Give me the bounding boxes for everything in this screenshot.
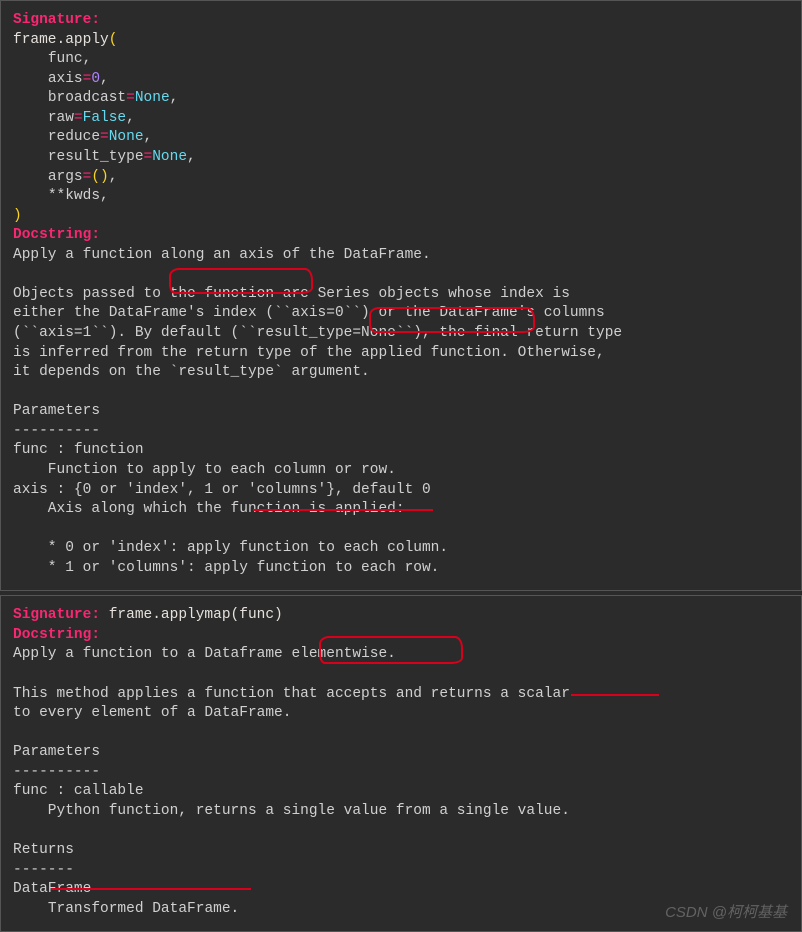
params-rule: ---------- — [13, 764, 100, 780]
params-header: Parameters — [13, 403, 100, 419]
applymap-doc-panel: Signature: frame.applymap(func) Docstrin… — [0, 595, 802, 932]
param-axis-desc: Axis along which the function is applied… — [13, 501, 405, 517]
docstring-label: Docstring: — [13, 227, 100, 243]
watermark: CSDN @柯柯基基 — [665, 903, 787, 923]
arg-reduce-val: None — [109, 129, 144, 145]
returns-desc: Transformed DataFrame. — [48, 901, 239, 917]
param-func-desc-c: . — [387, 462, 396, 478]
arg-args-val: () — [91, 169, 108, 185]
doc-line-1c: of the DataFrame. — [283, 247, 431, 263]
doc-line-4: to every element of a DataFrame. — [13, 705, 291, 721]
doc-line-5: (``axis=1``). By default (``result_type=… — [13, 325, 622, 341]
doc-line-1a: Apply a function — [13, 247, 161, 263]
doc-line-3a: Objects passed to the function are — [13, 286, 318, 302]
param-func-desc-a: Function to apply to — [13, 462, 231, 478]
arg-resulttype-val: None — [152, 149, 187, 165]
param-func: func : callable — [13, 783, 144, 799]
arg-raw-val: False — [83, 110, 127, 126]
param-func-desc-b: each column or row — [231, 462, 388, 478]
paren-open: ( — [109, 32, 118, 48]
params-header: Parameters — [13, 744, 100, 760]
returns-header: Returns — [13, 842, 74, 858]
arg-raw-name: raw — [48, 110, 74, 126]
bullet-0: * 0 or 'index': apply function to each c… — [13, 540, 448, 556]
doc-line-1a: Apply a function to a Dataframe — [13, 646, 291, 662]
returns-rule: ------- — [13, 862, 74, 878]
param-func-desc: Python function, returns a single value … — [13, 803, 570, 819]
doc-line-3b: a scalar — [500, 686, 570, 702]
param-axis: axis : {0 or 'index', 1 or 'columns'}, d… — [13, 482, 431, 498]
signature-label: Signature: — [13, 12, 100, 28]
arg-args-name: args — [48, 169, 83, 185]
arg-reduce-name: reduce — [48, 129, 100, 145]
doc-line-3a: This method applies a function that acce… — [13, 686, 500, 702]
doc-line-3c: whose index is — [448, 286, 570, 302]
doc-line-1b: elementwise. — [291, 646, 395, 662]
apply-signature: Signature: frame.apply( func, axis=0, br… — [13, 11, 789, 578]
arg-axis-val: 0 — [91, 71, 100, 87]
returns-type: DataFrame — [13, 881, 91, 897]
doc-line-1b: along an axis — [161, 247, 283, 263]
arg-kwds: **kwds — [48, 188, 100, 204]
paren-close: ) — [13, 208, 22, 224]
signature-label: Signature: — [13, 607, 100, 623]
params-rule: ---------- — [13, 423, 100, 439]
apply-doc-panel: Signature: frame.apply( func, axis=0, br… — [0, 0, 802, 591]
arg-broadcast-name: broadcast — [48, 90, 126, 106]
param-func: func : function — [13, 442, 144, 458]
arg-axis-name: axis — [48, 71, 83, 87]
doc-line-4: either the DataFrame's index (``axis=0``… — [13, 305, 605, 321]
doc-line-7: it depends on the `result_type` argument… — [13, 364, 370, 380]
doc-line-3b: Series objects — [318, 286, 449, 302]
sig-callable: frame.apply — [13, 32, 109, 48]
bullet-1: * 1 or 'columns': apply function to each… — [13, 560, 439, 576]
docstring-label: Docstring: — [13, 627, 100, 643]
arg-func: func — [48, 51, 83, 67]
applymap-signature: Signature: frame.applymap(func) Docstrin… — [13, 606, 789, 919]
returns-desc-indent — [13, 901, 48, 917]
arg-resulttype-name: result_type — [48, 149, 144, 165]
sig-callable: frame.applymap(func) — [100, 607, 283, 623]
arg-broadcast-val: None — [135, 90, 170, 106]
doc-line-6: is inferred from the return type of the … — [13, 345, 605, 361]
